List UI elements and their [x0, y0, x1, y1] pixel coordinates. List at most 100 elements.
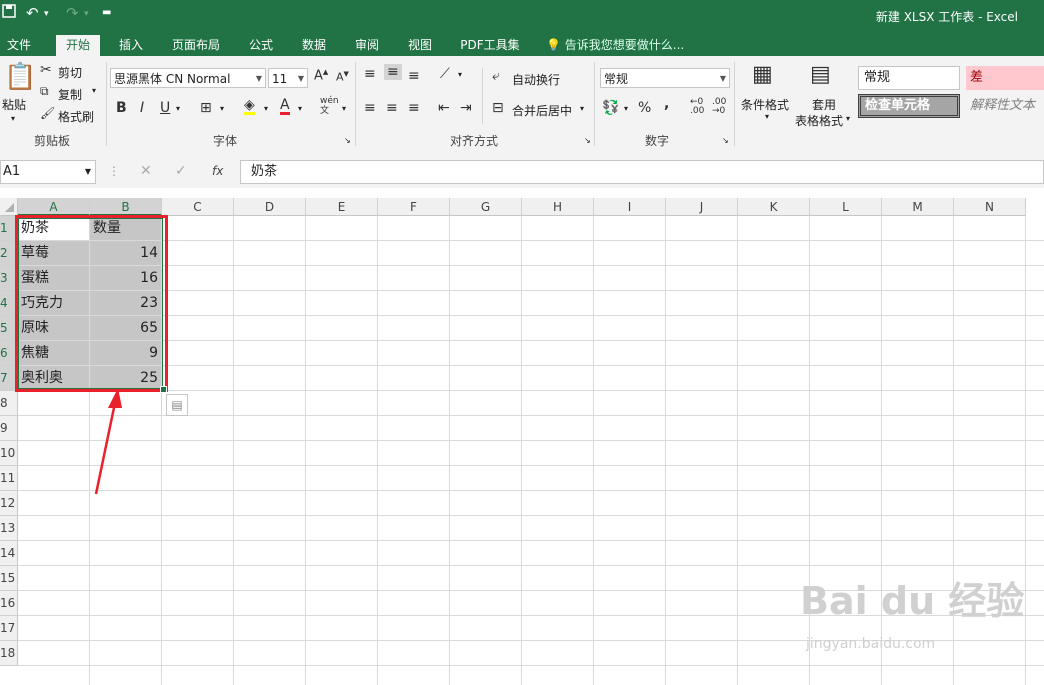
paste-dropdown-icon[interactable]: ▾: [11, 114, 15, 123]
row-header-11[interactable]: 11: [0, 466, 18, 491]
decrease-font-icon[interactable]: A▼: [336, 70, 349, 84]
worksheet-grid[interactable]: ABCDEFGHIJKLMN 1 2 3 4 5 6 7 8 9 10 11 12 13 14 15 16 17…: [0, 198, 1044, 685]
format-painter-icon[interactable]: 🖌: [40, 106, 55, 120]
row-header-8[interactable]: 8: [0, 391, 18, 416]
increase-indent-icon[interactable]: ⇥: [460, 100, 472, 116]
copy-icon[interactable]: ⧉: [40, 84, 49, 99]
fill-color-icon[interactable]: ◈: [244, 98, 255, 115]
format-as-table-dropdown-icon[interactable]: ▾: [846, 114, 850, 123]
increase-decimal-icon[interactable]: ←0.00: [690, 98, 704, 116]
quick-analysis-icon[interactable]: ▤: [166, 394, 188, 416]
tab-insert[interactable]: 插入: [110, 35, 152, 56]
decrease-decimal-icon[interactable]: .00 →0: [712, 98, 726, 116]
tell-me-search[interactable]: 💡 告诉我您想要做什么...: [546, 35, 696, 56]
column-header-n[interactable]: N: [954, 198, 1026, 216]
save-icon[interactable]: [2, 4, 16, 22]
align-top-icon[interactable]: ≡: [364, 66, 376, 82]
insert-function-icon[interactable]: fx: [212, 164, 223, 178]
redo-icon[interactable]: ↷: [66, 4, 79, 22]
row-header-13[interactable]: 13: [0, 516, 18, 541]
paste-button[interactable]: 粘贴: [2, 96, 26, 113]
underline-dropdown-icon[interactable]: ▾: [176, 104, 180, 113]
border-icon[interactable]: ⊞: [200, 100, 212, 116]
column-header-h[interactable]: H: [522, 198, 594, 216]
style-normal[interactable]: 常规: [858, 66, 960, 90]
undo-dropdown-icon[interactable]: ▾: [44, 9, 49, 19]
orientation-icon[interactable]: ⟋: [440, 66, 450, 82]
align-right-icon[interactable]: ≡: [408, 100, 420, 116]
conditional-formatting-button[interactable]: 条件格式: [741, 96, 789, 113]
font-size-select[interactable]: 11 ▼: [268, 68, 308, 88]
column-header-k[interactable]: K: [738, 198, 810, 216]
column-header-c[interactable]: C: [162, 198, 234, 216]
percent-style-button[interactable]: %: [638, 100, 651, 116]
tab-home[interactable]: 开始: [56, 35, 100, 56]
align-middle-icon[interactable]: ≡: [384, 64, 402, 80]
tab-data[interactable]: 数据: [292, 35, 336, 56]
column-header-f[interactable]: F: [378, 198, 450, 216]
comma-style-button[interactable]: ,: [664, 96, 669, 112]
column-header-b[interactable]: B: [90, 198, 162, 216]
phonetic-guide-icon[interactable]: wén 文: [320, 96, 339, 116]
tab-file[interactable]: 文件: [0, 35, 38, 56]
fill-handle[interactable]: [160, 386, 167, 393]
tab-view[interactable]: 视图: [398, 35, 442, 56]
wrap-text-button[interactable]: 自动换行: [512, 71, 560, 88]
style-check-cell[interactable]: 检查单元格: [858, 94, 960, 118]
align-center-icon[interactable]: ≡: [386, 100, 398, 116]
tab-pdf-tools[interactable]: PDF工具集: [452, 35, 528, 56]
align-bottom-icon[interactable]: ≡: [408, 68, 420, 84]
merge-dropdown-icon[interactable]: ▾: [580, 104, 584, 113]
row-header-16[interactable]: 16: [0, 591, 18, 616]
row-header-9[interactable]: 9: [0, 416, 18, 441]
tab-review[interactable]: 审阅: [346, 35, 388, 56]
bold-button[interactable]: B: [116, 100, 127, 116]
style-explanatory[interactable]: 解释性文本: [966, 94, 1044, 118]
font-dialog-launcher-icon[interactable]: ↘: [344, 136, 351, 145]
column-header-m[interactable]: M: [882, 198, 954, 216]
phonetic-dropdown-icon[interactable]: ▾: [342, 104, 346, 113]
conditional-dropdown-icon[interactable]: ▾: [765, 112, 769, 121]
row-header-15[interactable]: 15: [0, 566, 18, 591]
italic-button[interactable]: I: [140, 100, 144, 116]
accounting-format-icon[interactable]: 💱: [602, 100, 619, 116]
format-painter-button[interactable]: 格式刷: [58, 108, 94, 125]
tab-page-layout[interactable]: 页面布局: [164, 35, 228, 56]
increase-font-icon[interactable]: A▲: [314, 68, 328, 83]
fill-color-dropdown-icon[interactable]: ▾: [264, 104, 268, 113]
number-dialog-launcher-icon[interactable]: ↘: [722, 136, 729, 145]
customize-qat-icon[interactable]: ▬: [102, 7, 111, 18]
align-left-icon[interactable]: ≡: [364, 100, 376, 116]
format-as-table-button[interactable]: 表格格式: [795, 112, 843, 129]
number-format-select[interactable]: 常规 ▼: [600, 68, 730, 88]
merge-center-button[interactable]: 合并后居中: [512, 102, 572, 119]
copy-button[interactable]: 复制: [58, 86, 82, 103]
paste-icon[interactable]: 📋: [4, 62, 36, 92]
column-header-d[interactable]: D: [234, 198, 306, 216]
row-header-18[interactable]: 18: [0, 641, 18, 666]
orientation-dropdown-icon[interactable]: ▾: [458, 70, 462, 79]
format-as-table-line1[interactable]: 套用: [812, 96, 836, 113]
name-box[interactable]: A1 ▼: [0, 160, 96, 184]
column-header-e[interactable]: E: [306, 198, 378, 216]
alignment-dialog-launcher-icon[interactable]: ↘: [584, 136, 591, 145]
select-all-button[interactable]: [0, 198, 18, 216]
style-bad[interactable]: 差: [966, 66, 1044, 90]
tab-formulas[interactable]: 公式: [240, 35, 282, 56]
font-color-dropdown-icon[interactable]: ▾: [298, 104, 302, 113]
row-header-14[interactable]: 14: [0, 541, 18, 566]
cut-icon[interactable]: ✂: [40, 62, 52, 78]
formula-input[interactable]: 奶茶: [240, 160, 1044, 184]
copy-dropdown-icon[interactable]: ▾: [92, 86, 96, 95]
decrease-indent-icon[interactable]: ⇤: [438, 100, 450, 116]
redo-dropdown-icon[interactable]: ▾: [84, 9, 89, 19]
underline-button[interactable]: U: [160, 100, 170, 116]
enter-icon[interactable]: ✓: [175, 163, 187, 179]
column-header-i[interactable]: I: [594, 198, 666, 216]
row-header-10[interactable]: 10: [0, 441, 18, 466]
conditional-formatting-icon[interactable]: ▦: [752, 62, 773, 87]
format-as-table-icon[interactable]: ▤: [810, 62, 831, 87]
accounting-dropdown-icon[interactable]: ▾: [624, 104, 628, 113]
cut-button[interactable]: 剪切: [58, 64, 82, 81]
row-header-12[interactable]: 12: [0, 491, 18, 516]
